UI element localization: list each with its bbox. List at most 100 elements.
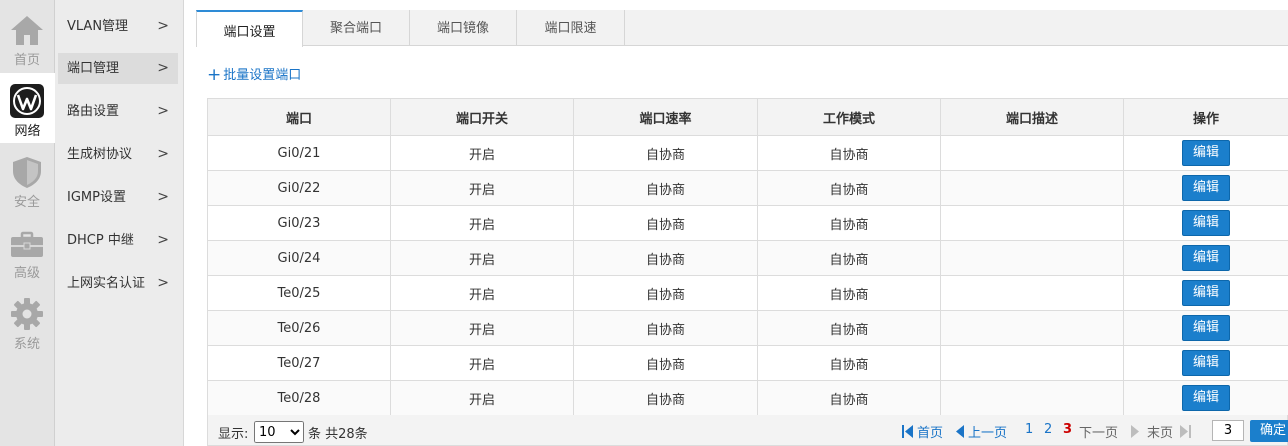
- cell-switch: 开启: [390, 240, 574, 276]
- submenu-item-routing[interactable]: 路由设置 >: [58, 96, 178, 127]
- cell-switch: 开启: [390, 345, 574, 381]
- tab-port-settings[interactable]: 端口设置: [196, 10, 303, 47]
- chevron-right-icon: >: [157, 146, 169, 162]
- column-header-switch: 端口开关: [390, 98, 574, 136]
- submenu-item-label: IGMP设置: [67, 190, 126, 205]
- page-size-select[interactable]: 10: [254, 421, 304, 443]
- chevron-right-icon: >: [157, 103, 169, 119]
- edit-button[interactable]: 编辑: [1182, 385, 1230, 411]
- submenu-item-port[interactable]: 端口管理 >: [58, 53, 178, 84]
- cell-action: 编辑: [1123, 275, 1288, 311]
- column-header-speed: 端口速率: [573, 98, 758, 136]
- edit-button[interactable]: 编辑: [1182, 140, 1230, 166]
- tab-aggregate-port[interactable]: 聚合端口: [303, 10, 410, 46]
- prev-page-icon[interactable]: [956, 425, 964, 438]
- cell-switch: 开启: [390, 310, 574, 346]
- first-page-link[interactable]: 首页: [917, 422, 943, 441]
- column-header-port: 端口: [207, 98, 391, 136]
- main-nav-rail: 首页 网络 安全 高级 系统: [0, 0, 55, 446]
- cell-switch: 开启: [390, 205, 574, 241]
- cell-switch: 开启: [390, 135, 574, 171]
- cell-speed: 自协商: [573, 275, 758, 311]
- total-count-label: 条 共28条: [308, 427, 368, 442]
- wordpress-icon: [10, 84, 44, 118]
- prev-page-link[interactable]: 上一页: [968, 422, 1007, 441]
- edit-button[interactable]: 编辑: [1182, 245, 1230, 271]
- cell-action: 编辑: [1123, 205, 1288, 241]
- home-icon: [11, 16, 43, 45]
- cell-action: 编辑: [1123, 135, 1288, 171]
- edit-button[interactable]: 编辑: [1182, 315, 1230, 341]
- first-page-icon[interactable]: [902, 425, 914, 438]
- nav-security[interactable]: 安全: [0, 144, 54, 214]
- edit-button[interactable]: 编辑: [1182, 280, 1230, 306]
- next-page-icon[interactable]: [1131, 425, 1139, 438]
- submenu-item-label: 路由设置: [67, 104, 120, 119]
- port-table: 端口 端口开关 端口速率 工作模式 端口描述 操作 Gi0/21 开启 自协商 …: [207, 98, 1288, 416]
- cell-mode: 自协商: [757, 345, 941, 381]
- submenu-item-vlan[interactable]: VLAN管理 >: [58, 11, 178, 42]
- page-link-2[interactable]: 2: [1044, 422, 1052, 437]
- nav-network[interactable]: 网络: [0, 73, 55, 143]
- page-link-1[interactable]: 1: [1025, 422, 1033, 437]
- submenu-item-label: VLAN管理: [67, 19, 129, 34]
- cell-port: Gi0/24: [207, 240, 391, 276]
- cell-description: [940, 345, 1124, 381]
- cell-port: Te0/25: [207, 275, 391, 311]
- submenu-item-realname-auth[interactable]: 上网实名认证 >: [58, 268, 178, 299]
- batch-config-link[interactable]: + 批量设置端口: [207, 64, 302, 85]
- chevron-right-icon: >: [157, 60, 169, 76]
- next-page-link[interactable]: 下一页: [1079, 422, 1118, 441]
- table-header-row: 端口 端口开关 端口速率 工作模式 端口描述 操作: [207, 98, 1288, 136]
- cell-action: 编辑: [1123, 170, 1288, 206]
- edit-button[interactable]: 编辑: [1182, 350, 1230, 376]
- column-header-action: 操作: [1123, 98, 1288, 136]
- submenu-item-stp[interactable]: 生成树协议 >: [58, 139, 178, 170]
- cell-speed: 自协商: [573, 380, 758, 416]
- column-header-description: 端口描述: [940, 98, 1124, 136]
- batch-config-label: 批量设置端口: [223, 68, 302, 83]
- nav-home[interactable]: 首页: [0, 2, 54, 72]
- page-jump-input[interactable]: [1212, 420, 1244, 441]
- last-page-link[interactable]: 末页: [1147, 422, 1173, 441]
- confirm-button[interactable]: 确定: [1250, 420, 1288, 442]
- table-row: Gi0/22 开启 自协商 自协商 编辑: [207, 170, 1288, 206]
- cell-port: Te0/26: [207, 310, 391, 346]
- tab-port-mirror[interactable]: 端口镜像: [410, 10, 517, 46]
- gear-icon: [11, 298, 43, 330]
- nav-system-label: 系统: [13, 337, 40, 352]
- table-row: Te0/25 开启 自协商 自协商 编辑: [207, 275, 1288, 311]
- cell-description: [940, 275, 1124, 311]
- submenu-item-label: 上网实名认证: [67, 276, 146, 291]
- cell-port: Te0/28: [207, 380, 391, 416]
- cell-switch: 开启: [390, 380, 574, 416]
- page-link-current[interactable]: 3: [1063, 422, 1072, 437]
- shield-icon: [13, 157, 41, 188]
- tab-bar: 端口设置 聚合端口 端口镜像 端口限速: [196, 10, 1288, 47]
- cell-speed: 自协商: [573, 170, 758, 206]
- chevron-right-icon: >: [157, 232, 169, 248]
- cell-speed: 自协商: [573, 310, 758, 346]
- submenu-item-dhcp-relay[interactable]: DHCP 中继 >: [58, 225, 178, 256]
- nav-advanced[interactable]: 高级: [0, 215, 54, 285]
- edit-button[interactable]: 编辑: [1182, 210, 1230, 236]
- tab-port-rate-limit[interactable]: 端口限速: [517, 10, 625, 46]
- submenu-item-igmp[interactable]: IGMP设置 >: [58, 182, 178, 213]
- last-page-icon[interactable]: [1179, 425, 1191, 438]
- cell-action: 编辑: [1123, 380, 1288, 416]
- cell-switch: 开启: [390, 275, 574, 311]
- cell-port: Gi0/23: [207, 205, 391, 241]
- cell-mode: 自协商: [757, 135, 941, 171]
- chevron-right-icon: >: [157, 189, 169, 205]
- nav-system[interactable]: 系统: [0, 286, 54, 356]
- table-row: Te0/26 开启 自协商 自协商 编辑: [207, 310, 1288, 346]
- column-header-mode: 工作模式: [757, 98, 941, 136]
- cell-port: Gi0/21: [207, 135, 391, 171]
- chevron-right-icon: >: [157, 18, 169, 34]
- edit-button[interactable]: 编辑: [1182, 175, 1230, 201]
- cell-mode: 自协商: [757, 205, 941, 241]
- cell-mode: 自协商: [757, 240, 941, 276]
- cell-mode: 自协商: [757, 310, 941, 346]
- plus-icon: +: [207, 65, 222, 85]
- cell-mode: 自协商: [757, 380, 941, 416]
